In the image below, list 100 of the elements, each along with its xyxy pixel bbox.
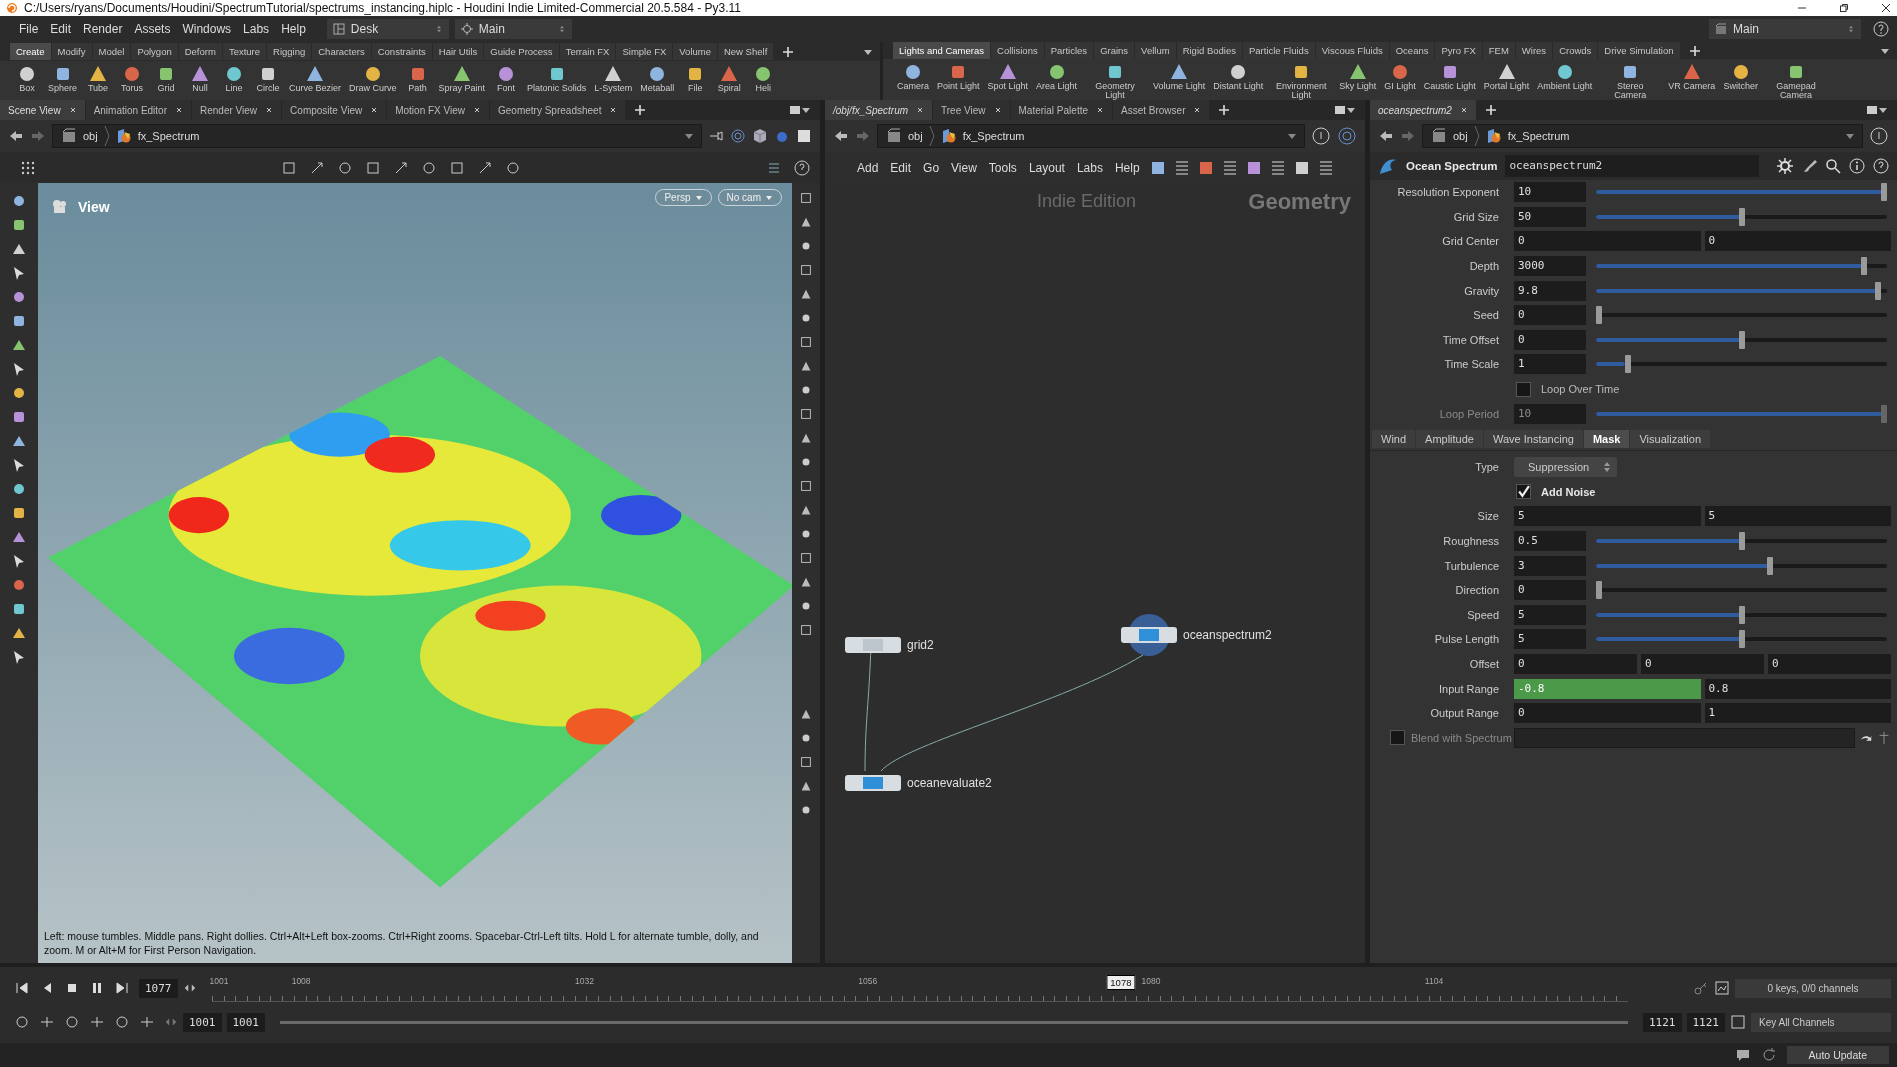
dropdown-icon[interactable] <box>1879 106 1887 114</box>
checkbox[interactable] <box>1516 381 1531 397</box>
shelf-tool[interactable]: Tube <box>81 64 116 93</box>
value-field[interactable]: 0 <box>1514 654 1637 674</box>
slider-track[interactable] <box>1596 281 1887 300</box>
shelf-tool[interactable]: Camera <box>893 62 933 91</box>
shelf-tool[interactable]: Caustic Light <box>1419 62 1480 91</box>
add-icon[interactable] <box>634 104 647 116</box>
value-field[interactable] <box>1514 727 1855 748</box>
path-field[interactable]: obj fx_Spectrum <box>877 124 1305 148</box>
slider-handle[interactable] <box>1881 183 1887 202</box>
tool-icon[interactable] <box>1149 159 1166 176</box>
value-field[interactable]: 3000 <box>1514 256 1586 277</box>
frame-field[interactable]: 1077 <box>139 978 178 998</box>
tool-icon[interactable] <box>505 159 521 176</box>
slider-handle[interactable] <box>1738 532 1745 550</box>
value-field[interactable]: 0.8 <box>1704 678 1891 699</box>
shelf-tab[interactable]: Particles <box>1044 42 1094 59</box>
pane-tab[interactable]: /obj/fx_Spectrum <box>825 100 933 120</box>
tool-icon[interactable] <box>11 385 27 401</box>
folder-tab[interactable]: Visualization <box>1630 429 1710 448</box>
shelf-tool[interactable]: Spot Light <box>983 62 1033 91</box>
shelf-tab[interactable]: Lights and Cameras <box>893 42 991 59</box>
close-icon[interactable] <box>265 106 274 114</box>
shelf-tool[interactable]: Path <box>400 64 435 93</box>
shelf-tool[interactable]: Volume Light <box>1149 62 1210 91</box>
slider-track[interactable] <box>1596 306 1887 325</box>
grid-menu-icon[interactable] <box>20 159 36 176</box>
slider-handle[interactable] <box>1875 281 1882 300</box>
folder-tab[interactable]: Wave Instancing <box>1484 429 1583 448</box>
caret-icon[interactable] <box>1846 132 1854 140</box>
tool-icon[interactable] <box>309 159 325 176</box>
shelf-tab[interactable]: Constraints <box>371 43 432 60</box>
shelf-tool[interactable]: Sphere <box>44 64 82 93</box>
target-icon[interactable] <box>730 128 746 144</box>
context-dropdown[interactable]: Main <box>454 19 572 39</box>
shelf-tool[interactable]: VR Camera <box>1664 62 1720 91</box>
menu-item[interactable]: Help <box>276 22 311 36</box>
close-icon[interactable] <box>370 106 379 114</box>
slider-track[interactable] <box>1596 183 1887 202</box>
shelf-tab[interactable]: Pyro FX <box>1435 42 1482 59</box>
shelf-tab[interactable]: Vellum <box>1135 42 1176 59</box>
tool-icon[interactable] <box>1245 159 1262 176</box>
slider-handle[interactable] <box>1738 207 1745 226</box>
close-icon[interactable] <box>993 106 1002 114</box>
close-icon[interactable] <box>1881 3 1891 13</box>
tool-icon[interactable] <box>799 479 813 493</box>
brush-icon[interactable] <box>1801 158 1817 174</box>
close-icon[interactable] <box>916 106 925 114</box>
tool-icon[interactable] <box>799 407 813 421</box>
pane-tab[interactable]: Material Palette <box>1010 100 1112 120</box>
shelf-tool[interactable]: Draw Curve <box>345 64 401 93</box>
path-field[interactable]: obj fx_Spectrum <box>1422 124 1863 148</box>
shelf-tab[interactable]: New Shelf <box>717 43 774 60</box>
add-icon[interactable] <box>1484 104 1497 116</box>
shelf-tool[interactable]: Stereo Camera <box>1596 62 1665 100</box>
slider-handle[interactable] <box>1624 355 1631 374</box>
help-icon[interactable] <box>1873 158 1889 174</box>
menu-item[interactable]: Edit <box>888 160 914 175</box>
menu-item[interactable]: Layout <box>1026 160 1067 175</box>
value-field[interactable]: 5 <box>1514 506 1701 527</box>
path-segment[interactable]: fx_Spectrum <box>1507 130 1570 142</box>
value-field[interactable]: 10 <box>1514 182 1586 203</box>
tool-icon[interactable] <box>421 159 437 176</box>
path-field[interactable]: obj fx_Spectrum <box>52 124 702 148</box>
shelf-tool[interactable]: Platonic Solids <box>523 64 591 93</box>
shelf-tab[interactable]: Polygon <box>131 43 178 60</box>
value-field[interactable]: 1 <box>1514 354 1586 375</box>
shelf-tab[interactable]: FEM <box>1482 42 1515 59</box>
add-icon[interactable] <box>782 45 795 58</box>
value-field[interactable]: 50 <box>1514 206 1586 227</box>
back-icon[interactable] <box>833 128 849 144</box>
value-field[interactable]: 1 <box>1704 703 1891 724</box>
shelf-tab[interactable]: Terrain FX <box>559 43 616 60</box>
playback-icon[interactable] <box>114 980 130 996</box>
add-icon[interactable] <box>1688 44 1701 57</box>
shelf-tab[interactable]: Create <box>10 43 51 60</box>
type-dropdown[interactable]: Suppression <box>1514 457 1618 478</box>
slider-handle[interactable] <box>1767 556 1773 575</box>
pane-tab[interactable]: Composite View <box>282 100 387 120</box>
menu-item[interactable]: Go <box>921 160 942 175</box>
chat-icon[interactable] <box>1734 1047 1751 1063</box>
tool-icon[interactable] <box>11 217 27 233</box>
shelf-tab[interactable]: Viscous Fluids <box>1315 42 1389 59</box>
shelf-tab[interactable]: Drive Simulation <box>1598 42 1680 59</box>
shelf-tool[interactable]: Portal Light <box>1479 62 1534 91</box>
pane-menu-icon[interactable] <box>1866 104 1878 116</box>
tool-icon[interactable] <box>14 1014 30 1030</box>
search-icon[interactable] <box>1825 158 1841 174</box>
channel-icon[interactable] <box>1714 980 1730 996</box>
pane-tab[interactable]: oceanspectrum2 <box>1370 100 1476 120</box>
value-field[interactable]: 0.5 <box>1514 531 1586 551</box>
start-frame-field[interactable]: 1001 <box>226 1012 265 1032</box>
folder-tab[interactable]: Amplitude <box>1416 429 1483 448</box>
pane-tab[interactable]: Geometry Spreadsheet <box>490 100 626 120</box>
update-mode-dropdown[interactable]: Auto Update <box>1786 1046 1889 1064</box>
value-field[interactable]: 0 <box>1514 305 1586 326</box>
close-icon[interactable] <box>609 106 618 114</box>
desktop-dropdown[interactable]: Desk <box>326 19 449 39</box>
help-icon[interactable] <box>1873 21 1889 37</box>
